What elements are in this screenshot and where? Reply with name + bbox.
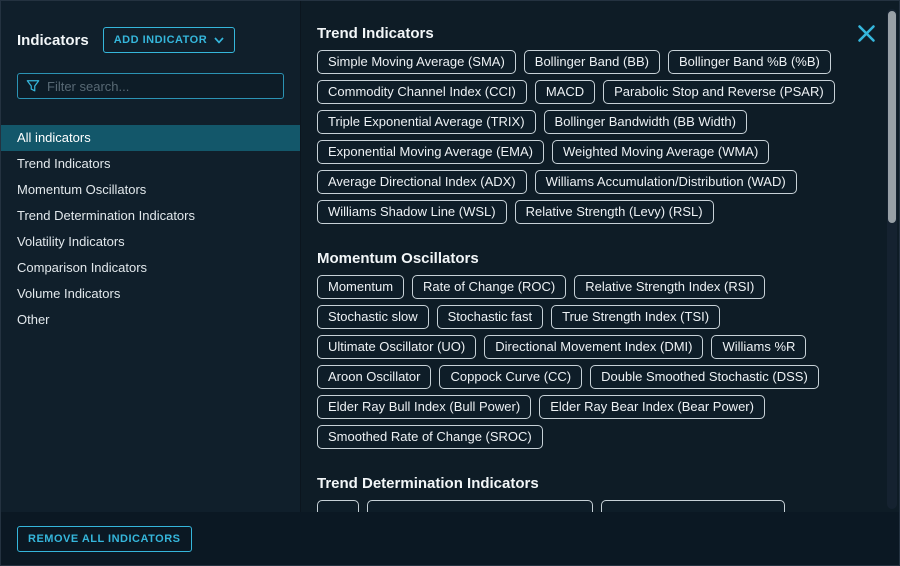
pill-row: Momentum Rate of Change (ROC) Relative Str… <box>317 275 873 299</box>
pill-row: Ultimate Oscillator (UO) Directional Move… <box>317 335 873 359</box>
sidebar-item-other[interactable]: Other <box>1 307 300 333</box>
chevron-down-icon <box>214 37 224 44</box>
sidebar-item-volatility-indicators[interactable]: Volatility Indicators <box>1 229 300 255</box>
scrollbar-thumb[interactable] <box>888 11 896 223</box>
indicator-pill-bollinger-band-bb[interactable]: Bollinger Band (BB) <box>524 50 660 74</box>
panel-title: Indicators <box>17 32 89 49</box>
sidebar-item-trend-determination-indicators[interactable]: Trend Determination Indicators <box>1 203 300 229</box>
pill-row: Commodity Channel Index (CCI) MACD Parabol… <box>317 80 873 104</box>
pill-row: Williams Shadow Line (WSL) Relative Stren… <box>317 200 873 224</box>
indicator-pill-elder-ray-bull-index-bull-power[interactable]: Elder Ray Bull Index (Bull Power) <box>317 395 531 419</box>
indicator-pill-bollinger-band-b-b[interactable]: Bollinger Band %B (%B) <box>668 50 831 74</box>
sidebar-item-volume-indicators[interactable]: Volume Indicators <box>1 281 300 307</box>
pill-row: Aroon Oscillator Coppock Curve (CC) Double… <box>317 365 873 389</box>
indicator-pill-ultimate-oscillator-uo[interactable]: Ultimate Oscillator (UO) <box>317 335 476 359</box>
indicator-pill-triple-exponential-average-trix[interactable]: Triple Exponential Average (TRIX) <box>317 110 536 134</box>
close-icon <box>857 24 876 43</box>
add-indicator-label: ADD INDICATOR <box>114 34 207 46</box>
filter-icon <box>26 79 40 93</box>
scrollbar[interactable] <box>887 9 897 509</box>
sidebar-item-all-indicators[interactable]: All indicators <box>1 125 300 151</box>
sidebar-header: Indicators ADD INDICATOR <box>1 1 300 53</box>
filter-search-input[interactable] <box>47 79 275 94</box>
indicator-pill-simple-moving-average-sma[interactable]: Simple Moving Average (SMA) <box>317 50 516 74</box>
sidebar-item-trend-indicators[interactable]: Trend Indicators <box>1 151 300 177</box>
pill-row: Average Directional Index (ADX) Williams … <box>317 170 873 194</box>
indicator-pill-commodity-channel-index-cci[interactable]: Commodity Channel Index (CCI) <box>317 80 527 104</box>
pill-row: Exponential Moving Average (EMA) Weighted… <box>317 140 873 164</box>
section-trend-determination-indicators: Trend Determination Indicators <box>317 475 873 514</box>
pill-row: Simple Moving Average (SMA) Bollinger Ban… <box>317 50 873 74</box>
indicator-pill-williams-r[interactable]: Williams %R <box>711 335 806 359</box>
add-indicator-button[interactable]: ADD INDICATOR <box>103 27 235 53</box>
indicator-list-panel: Trend Indicators Simple Moving Average (S… <box>301 1 899 514</box>
indicator-pill-rate-of-change-roc[interactable]: Rate of Change (ROC) <box>412 275 566 299</box>
sidebar: Indicators ADD INDICATOR All indicatorsT… <box>1 1 301 514</box>
bottom-bar: REMOVE ALL INDICATORS <box>1 512 899 565</box>
indicator-pill-relative-strength-levy-rsl[interactable]: Relative Strength (Levy) (RSL) <box>515 200 714 224</box>
section-momentum-oscillators: Momentum Oscillators Momentum Rate of Chan… <box>317 250 873 449</box>
indicator-sections: Trend Indicators Simple Moving Average (S… <box>317 25 873 514</box>
sidebar-item-momentum-oscillators[interactable]: Momentum Oscillators <box>1 177 300 203</box>
indicator-pill-williams-shadow-line-wsl[interactable]: Williams Shadow Line (WSL) <box>317 200 507 224</box>
indicator-pill-coppock-curve-cc[interactable]: Coppock Curve (CC) <box>439 365 582 389</box>
indicator-pill-stochastic-slow[interactable]: Stochastic slow <box>317 305 429 329</box>
pill-row: Stochastic slow Stochastic fast True Stren… <box>317 305 873 329</box>
indicator-pill-double-smoothed-stochastic-dss[interactable]: Double Smoothed Stochastic (DSS) <box>590 365 819 389</box>
indicator-pill-stochastic-fast[interactable]: Stochastic fast <box>437 305 544 329</box>
indicator-pill-bollinger-bandwidth-bb-width[interactable]: Bollinger Bandwidth (BB Width) <box>544 110 747 134</box>
indicator-pill-weighted-moving-average-wma[interactable]: Weighted Moving Average (WMA) <box>552 140 769 164</box>
sidebar-item-comparison-indicators[interactable]: Comparison Indicators <box>1 255 300 281</box>
indicator-pill-williams-accumulation-distribution-wad[interactable]: Williams Accumulation/Distribution (WAD) <box>535 170 797 194</box>
section-trend-indicators: Trend Indicators Simple Moving Average (S… <box>317 25 873 224</box>
indicator-pill-elder-ray-bear-index-bear-power[interactable]: Elder Ray Bear Index (Bear Power) <box>539 395 765 419</box>
indicator-pill-true-strength-index-tsi[interactable]: True Strength Index (TSI) <box>551 305 720 329</box>
section-title: Momentum Oscillators <box>317 250 873 267</box>
indicator-pill-smoothed-rate-of-change-sroc[interactable]: Smoothed Rate of Change (SROC) <box>317 425 543 449</box>
indicator-pill-exponential-moving-average-ema[interactable]: Exponential Moving Average (EMA) <box>317 140 544 164</box>
pill-row: Triple Exponential Average (TRIX) Bolling… <box>317 110 873 134</box>
filter-search <box>17 73 284 99</box>
indicator-pill-relative-strength-index-rsi[interactable]: Relative Strength Index (RSI) <box>574 275 765 299</box>
pill-row: Smoothed Rate of Change (SROC) <box>317 425 873 449</box>
remove-all-indicators-button[interactable]: REMOVE ALL INDICATORS <box>17 526 192 552</box>
indicators-dialog: Indicators ADD INDICATOR All indicatorsT… <box>0 0 900 566</box>
indicator-pill-macd[interactable]: MACD <box>535 80 595 104</box>
pill-row: Elder Ray Bull Index (Bull Power) Elder R… <box>317 395 873 419</box>
indicator-pill-aroon-oscillator[interactable]: Aroon Oscillator <box>317 365 431 389</box>
close-button[interactable] <box>854 21 878 45</box>
section-title: Trend Indicators <box>317 25 873 42</box>
indicator-pill-momentum[interactable]: Momentum <box>317 275 404 299</box>
indicator-pill-average-directional-index-adx[interactable]: Average Directional Index (ADX) <box>317 170 527 194</box>
indicator-pill-parabolic-stop-and-reverse-psar[interactable]: Parabolic Stop and Reverse (PSAR) <box>603 80 835 104</box>
indicator-pill-directional-movement-index-dmi[interactable]: Directional Movement Index (DMI) <box>484 335 703 359</box>
section-title: Trend Determination Indicators <box>317 475 873 492</box>
sidebar-category-list: All indicatorsTrend IndicatorsMomentum O… <box>1 125 300 333</box>
